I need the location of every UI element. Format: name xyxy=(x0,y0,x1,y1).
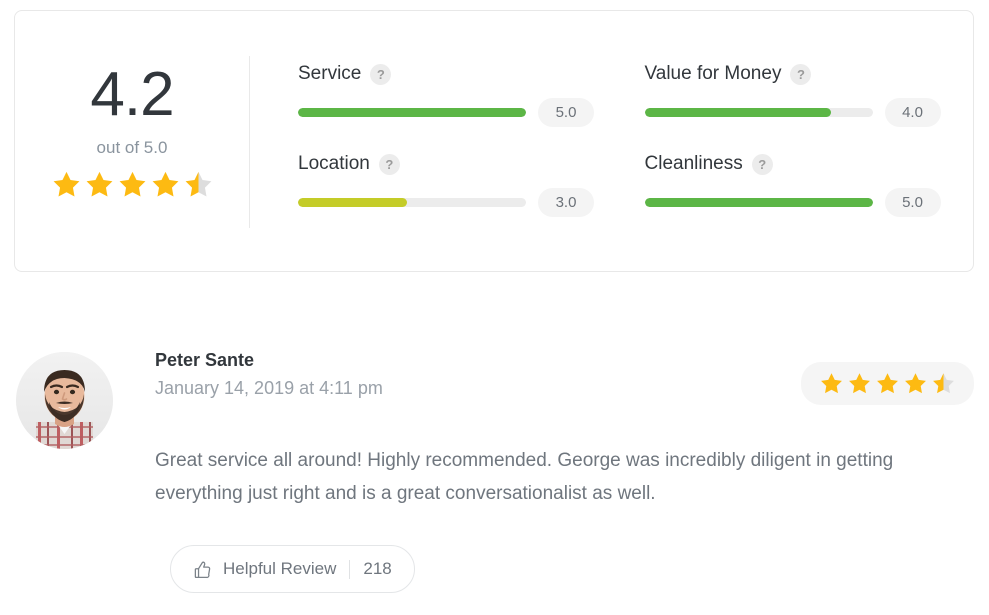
helpful-review-count: 218 xyxy=(363,559,392,578)
metric-header: Service? xyxy=(298,63,593,85)
metric-bar-fill xyxy=(644,108,832,117)
star-icon xyxy=(117,169,148,200)
helpful-separator xyxy=(349,559,351,579)
metric-bar-fill xyxy=(644,198,873,207)
metric-value: 5.0 xyxy=(884,188,941,217)
metric-location: Location? 3.0 xyxy=(298,153,594,217)
metric-bar-track xyxy=(298,108,526,117)
metric-row: 4.0 xyxy=(644,98,941,127)
overall-star-rating xyxy=(51,169,214,200)
helpful-review-label: Helpful Review xyxy=(223,559,337,578)
metric-label: Location xyxy=(298,153,370,174)
overall-score: 4.2 xyxy=(90,60,174,129)
metric-value: 4.0 xyxy=(884,98,941,127)
star-icon xyxy=(150,169,181,200)
metric-row: 5.0 xyxy=(298,98,594,127)
star-icon xyxy=(931,371,956,396)
helpful-review-button[interactable]: Helpful Review 218 xyxy=(170,545,415,593)
overall-score-block: 4.2 out of 5.0 xyxy=(15,11,249,271)
help-icon[interactable]: ? xyxy=(370,63,392,85)
help-icon[interactable]: ? xyxy=(790,63,812,85)
metric-list: Service? 5.0 Value for Money? 4.0 Location? 3… xyxy=(298,63,951,217)
metric-label: Service xyxy=(298,63,362,84)
star-icon xyxy=(819,371,844,396)
overall-score-out-of: out of 5.0 xyxy=(96,138,168,157)
star-icon xyxy=(183,169,214,200)
star-icon xyxy=(847,371,872,396)
metric-header: Cleanliness? xyxy=(645,153,940,175)
metric-bar-fill xyxy=(298,198,408,207)
metric-bar-track xyxy=(644,198,873,207)
review-star-rating xyxy=(801,362,974,405)
metric-bar-track xyxy=(644,108,873,117)
metric-value: 5.0 xyxy=(538,98,594,127)
review-item: Peter Sante January 14, 2019 at 4:11 pm … xyxy=(14,348,974,593)
review-text: Great service all around! Highly recomme… xyxy=(155,450,894,505)
metric-label: Value for Money xyxy=(644,63,782,84)
metric-row: 5.0 xyxy=(644,188,941,217)
metric-bar-track xyxy=(298,198,526,207)
thumbs-up-icon xyxy=(193,560,212,579)
metric-service: Service? 5.0 xyxy=(298,63,594,127)
review-header: Peter Sante January 14, 2019 at 4:11 pm xyxy=(14,348,974,449)
star-icon xyxy=(903,371,928,396)
star-icon xyxy=(84,169,115,200)
metric-row: 3.0 xyxy=(298,188,594,217)
metric-header: Location? xyxy=(298,153,593,175)
help-icon[interactable]: ? xyxy=(751,153,773,175)
star-icon xyxy=(875,371,900,396)
reviewer-name: Peter Sante xyxy=(155,350,255,370)
metric-label: Cleanliness xyxy=(644,153,743,174)
review-date: January 14, 2019 at 4:11 pm xyxy=(155,378,383,399)
rating-summary-card: 4.2 out of 5.0 Service? 5.0 Value for Mone… xyxy=(14,10,974,272)
reviewer-meta: Peter Sante January 14, 2019 at 4:11 pm xyxy=(155,348,383,401)
metric-cleanliness: Cleanliness? 5.0 xyxy=(644,153,941,217)
metric-value-for-money: Value for Money? 4.0 xyxy=(644,63,941,127)
help-icon[interactable]: ? xyxy=(378,153,400,175)
metric-header: Value for Money? xyxy=(645,63,940,85)
metric-value: 3.0 xyxy=(538,188,594,217)
avatar xyxy=(16,352,113,449)
card-divider xyxy=(249,56,250,228)
metric-bar-fill xyxy=(298,108,526,117)
star-icon xyxy=(51,169,82,200)
